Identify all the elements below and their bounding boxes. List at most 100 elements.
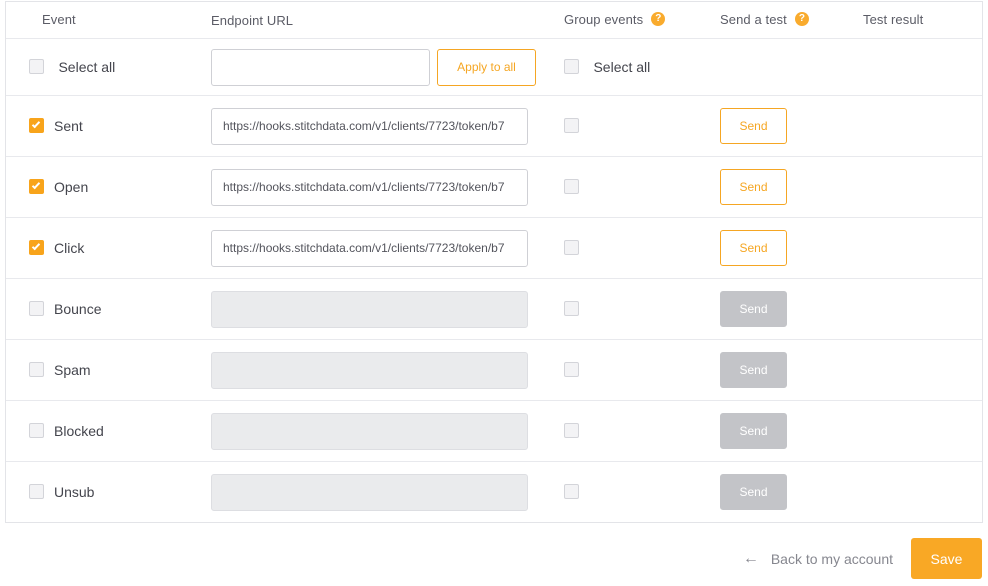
- row-event-cell: Unsub: [6, 483, 211, 501]
- row-event-label: Bounce: [54, 301, 101, 317]
- row-event-label: Sent: [54, 118, 83, 134]
- row-event-cell: Spam: [6, 361, 211, 379]
- row-group-checkbox[interactable]: [564, 362, 579, 377]
- table-row: Spam Send: [6, 339, 982, 400]
- select-all-group-checkbox[interactable]: [564, 59, 579, 74]
- select-all-group-cell: Select all: [536, 58, 716, 76]
- table-row: Blocked Send: [6, 400, 982, 461]
- table-header-row: Event Endpoint URL Group events? Send a …: [6, 1, 982, 38]
- row-event-label: Spam: [54, 362, 91, 378]
- row-endpoint-cell: [211, 169, 536, 206]
- row-group-cell: [536, 178, 716, 196]
- row-endpoint-cell: [211, 474, 536, 511]
- row-group-cell: [536, 239, 716, 257]
- row-test-cell: Send: [716, 474, 847, 510]
- row-event-label: Click: [54, 240, 84, 256]
- row-send-test-button: Send: [720, 413, 787, 449]
- select-all-events-label: Select all: [58, 59, 115, 75]
- table-header-cell-endpoint: Endpoint URL: [211, 13, 536, 28]
- select-all-events-checkbox[interactable]: [29, 59, 44, 74]
- row-endpoint-url-input: [211, 291, 528, 328]
- back-to-my-account-label: Back to my account: [771, 551, 893, 567]
- row-endpoint-url-input: [211, 352, 528, 389]
- row-send-test-button: Send: [720, 474, 787, 510]
- row-event-label: Blocked: [54, 423, 104, 439]
- row-endpoint-url-input[interactable]: [211, 169, 528, 206]
- row-test-cell: Send: [716, 352, 847, 388]
- select-all-group-label: Select all: [593, 59, 650, 75]
- save-button[interactable]: Save: [911, 538, 982, 579]
- row-endpoint-cell: [211, 352, 536, 389]
- column-header-event: Event: [29, 12, 76, 27]
- arrow-left-icon: ←: [743, 551, 759, 567]
- select-all-row: Select all Apply to all Select all: [6, 38, 982, 95]
- row-event-cell: Open: [6, 178, 211, 196]
- column-header-group-events: Group events: [564, 12, 643, 27]
- webhook-events-table: Event Endpoint URL Group events? Send a …: [5, 1, 983, 523]
- row-group-checkbox[interactable]: [564, 179, 579, 194]
- row-send-test-button[interactable]: Send: [720, 108, 787, 144]
- row-event-cell: Bounce: [6, 300, 211, 318]
- row-endpoint-url-input[interactable]: [211, 108, 528, 145]
- row-group-checkbox[interactable]: [564, 301, 579, 316]
- select-all-event-cell: Select all: [6, 58, 211, 76]
- table-body: SentSendOpenSendClickSendBounceSendSpamS…: [6, 95, 982, 522]
- row-test-cell: Send: [716, 230, 847, 266]
- row-event-label: Unsub: [54, 484, 94, 500]
- table-row: Open Send: [6, 156, 982, 217]
- row-test-cell: Send: [716, 169, 847, 205]
- table-header-cell-test: Send a test?: [716, 11, 847, 29]
- help-icon-send-a-test[interactable]: ?: [795, 12, 809, 26]
- row-event-checkbox[interactable]: [29, 362, 44, 377]
- row-endpoint-url-input: [211, 474, 528, 511]
- table-row: Sent Send: [6, 95, 982, 156]
- row-event-checkbox[interactable]: [29, 240, 44, 255]
- column-header-endpoint-url: Endpoint URL: [211, 13, 293, 28]
- row-endpoint-cell: [211, 230, 536, 267]
- row-event-cell: Blocked: [6, 422, 211, 440]
- row-test-cell: Send: [716, 108, 847, 144]
- apply-to-all-button[interactable]: Apply to all: [437, 49, 536, 86]
- select-all-endpoint-cell: Apply to all: [211, 49, 536, 86]
- row-event-cell: Click: [6, 239, 211, 257]
- table-header-cell-group: Group events?: [536, 11, 716, 29]
- table-header-cell-event: Event: [6, 11, 211, 29]
- row-endpoint-cell: [211, 413, 536, 450]
- row-group-checkbox[interactable]: [564, 118, 579, 133]
- row-event-checkbox[interactable]: [29, 423, 44, 438]
- row-send-test-button: Send: [720, 352, 787, 388]
- row-send-test-button[interactable]: Send: [720, 169, 787, 205]
- table-row: Unsub Send: [6, 461, 982, 522]
- column-header-test-result: Test result: [863, 12, 923, 27]
- apply-to-all-url-input[interactable]: [211, 49, 430, 86]
- row-group-checkbox[interactable]: [564, 240, 579, 255]
- help-icon-group-events[interactable]: ?: [651, 12, 665, 26]
- row-group-cell: [536, 422, 716, 440]
- table-row: Bounce Send: [6, 278, 982, 339]
- table-row: Click Send: [6, 217, 982, 278]
- row-group-cell: [536, 361, 716, 379]
- footer-actions: ← Back to my account Save: [743, 538, 982, 579]
- back-to-my-account-link[interactable]: ← Back to my account: [743, 551, 893, 567]
- row-event-checkbox[interactable]: [29, 179, 44, 194]
- row-group-cell: [536, 483, 716, 501]
- row-test-cell: Send: [716, 413, 847, 449]
- row-send-test-button: Send: [720, 291, 787, 327]
- row-group-cell: [536, 300, 716, 318]
- row-event-checkbox[interactable]: [29, 484, 44, 499]
- row-group-checkbox[interactable]: [564, 484, 579, 499]
- row-event-label: Open: [54, 179, 88, 195]
- row-test-cell: Send: [716, 291, 847, 327]
- row-event-checkbox[interactable]: [29, 301, 44, 316]
- row-group-cell: [536, 117, 716, 135]
- row-group-checkbox[interactable]: [564, 423, 579, 438]
- row-endpoint-url-input: [211, 413, 528, 450]
- table-header-cell-result: Test result: [847, 11, 982, 29]
- row-send-test-button[interactable]: Send: [720, 230, 787, 266]
- row-event-cell: Sent: [6, 117, 211, 135]
- row-event-checkbox[interactable]: [29, 118, 44, 133]
- row-endpoint-url-input[interactable]: [211, 230, 528, 267]
- webhook-settings-page: Event Endpoint URL Group events? Send a …: [0, 0, 988, 586]
- row-endpoint-cell: [211, 108, 536, 145]
- column-header-send-a-test: Send a test: [720, 12, 787, 27]
